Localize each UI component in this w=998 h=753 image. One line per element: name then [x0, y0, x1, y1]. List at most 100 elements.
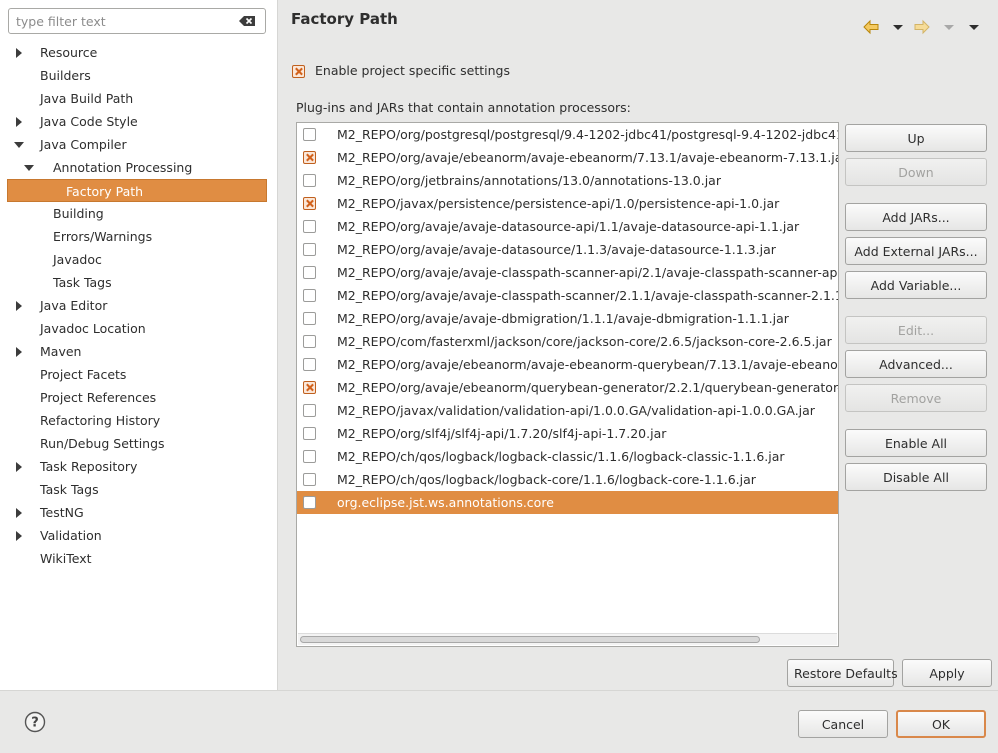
jar-list-row[interactable]: M2_REPO/org/slf4j/slf4j-api/1.7.20/slf4j…: [297, 422, 838, 445]
jar-enabled-checkbox[interactable]: [303, 289, 316, 302]
expand-arrow-icon[interactable]: [13, 41, 25, 64]
tree-item-label: Task Tags: [53, 275, 112, 290]
tree-item[interactable]: Java Editor: [0, 294, 278, 317]
jar-list-row[interactable]: M2_REPO/org/avaje/avaje-classpath-scanne…: [297, 261, 838, 284]
jar-path: M2_REPO/org/avaje/ebeanorm/avaje-ebeanor…: [337, 357, 838, 372]
cancel-button[interactable]: Cancel: [798, 710, 888, 738]
tree-item[interactable]: TestNG: [0, 501, 278, 524]
tree-item[interactable]: Task Repository: [0, 455, 278, 478]
jar-enabled-checkbox[interactable]: [303, 174, 316, 187]
jar-list-row[interactable]: M2_REPO/org/avaje/ebeanorm/avaje-ebeanor…: [297, 353, 838, 376]
tree-item[interactable]: Task Tags: [0, 478, 278, 501]
tree-item[interactable]: Annotation Processing: [0, 156, 278, 179]
tree-item[interactable]: Task Tags: [0, 271, 278, 294]
tree-item[interactable]: Building: [0, 202, 278, 225]
tree-item[interactable]: Java Build Path: [0, 87, 278, 110]
jar-list-row[interactable]: M2_REPO/org/avaje/avaje-datasource/1.1.3…: [297, 238, 838, 261]
horizontal-scroll-thumb[interactable]: [300, 636, 760, 643]
tree-item[interactable]: Factory Path: [7, 179, 267, 202]
disable-all-button[interactable]: Disable All: [845, 463, 987, 491]
add-variable-button[interactable]: Add Variable...: [845, 271, 987, 299]
expand-arrow-icon[interactable]: [13, 501, 25, 524]
jar-list-row[interactable]: M2_REPO/javax/validation/validation-api/…: [297, 399, 838, 422]
view-menu-icon[interactable]: [965, 18, 983, 36]
edit-button[interactable]: Edit...: [845, 316, 987, 344]
jar-enabled-checkbox[interactable]: [303, 496, 316, 509]
tree-item[interactable]: Java Code Style: [0, 110, 278, 133]
jar-enabled-checkbox[interactable]: [303, 197, 316, 210]
tree-item-label: Factory Path: [66, 184, 144, 199]
expand-arrow-icon[interactable]: [13, 524, 25, 547]
tree-item[interactable]: Maven: [0, 340, 278, 363]
jar-list-row[interactable]: org.eclipse.jst.ws.annotations.core: [297, 491, 838, 514]
add-external-jars-button[interactable]: Add External JARs...: [845, 237, 987, 265]
add-jars-button[interactable]: Add JARs...: [845, 203, 987, 231]
tree-item[interactable]: Errors/Warnings: [0, 225, 278, 248]
tree-item[interactable]: Javadoc Location: [0, 317, 278, 340]
down-button[interactable]: Down: [845, 158, 987, 186]
back-arrow-icon[interactable]: [862, 18, 880, 36]
jar-enabled-checkbox[interactable]: [303, 358, 316, 371]
jar-enabled-checkbox[interactable]: [303, 312, 316, 325]
back-history-dropdown-icon[interactable]: [889, 18, 907, 36]
jar-enabled-checkbox[interactable]: [303, 381, 316, 394]
jar-path: M2_REPO/ch/qos/logback/logback-core/1.1.…: [337, 472, 756, 487]
remove-button[interactable]: Remove: [845, 384, 987, 412]
tree-item[interactable]: Project References: [0, 386, 278, 409]
tree-item[interactable]: Java Compiler: [0, 133, 278, 156]
jar-path: M2_REPO/org/postgresql/postgresql/9.4-12…: [337, 127, 839, 142]
collapse-arrow-icon[interactable]: [13, 133, 25, 156]
enable-project-specific-checkbox[interactable]: [292, 65, 305, 78]
clear-filter-icon[interactable]: [239, 16, 255, 26]
jar-list-row[interactable]: M2_REPO/org/avaje/avaje-datasource-api/1…: [297, 215, 838, 238]
jar-list-row[interactable]: M2_REPO/javax/persistence/persistence-ap…: [297, 192, 838, 215]
ok-button[interactable]: OK: [896, 710, 986, 738]
apply-button[interactable]: Apply: [902, 659, 992, 687]
tree-item[interactable]: Javadoc: [0, 248, 278, 271]
jar-enabled-checkbox[interactable]: [303, 450, 316, 463]
jar-enabled-checkbox[interactable]: [303, 151, 316, 164]
help-icon[interactable]: ?: [24, 711, 46, 733]
tree-item[interactable]: Validation: [0, 524, 278, 547]
enable-project-specific-settings[interactable]: Enable project specific settings: [292, 62, 510, 80]
jar-list-row[interactable]: M2_REPO/com/fasterxml/jackson/core/jacks…: [297, 330, 838, 353]
collapse-arrow-icon[interactable]: [23, 156, 35, 179]
jar-list-row[interactable]: M2_REPO/org/avaje/ebeanorm/querybean-gen…: [297, 376, 838, 399]
expand-arrow-icon[interactable]: [13, 110, 25, 133]
horizontal-scrollbar[interactable]: [298, 633, 837, 645]
jar-enabled-checkbox[interactable]: [303, 243, 316, 256]
tree-item[interactable]: Project Facets: [0, 363, 278, 386]
jar-list-row[interactable]: M2_REPO/ch/qos/logback/logback-core/1.1.…: [297, 468, 838, 491]
annotation-processor-jar-list[interactable]: M2_REPO/org/postgresql/postgresql/9.4-12…: [296, 122, 839, 647]
tree-item[interactable]: Builders: [0, 64, 278, 87]
jar-list-row[interactable]: M2_REPO/org/avaje/avaje-dbmigration/1.1.…: [297, 307, 838, 330]
tree-item[interactable]: WikiText: [0, 547, 278, 570]
expand-arrow-icon[interactable]: [13, 294, 25, 317]
jar-list-row[interactable]: M2_REPO/org/jetbrains/annotations/13.0/a…: [297, 169, 838, 192]
advanced-button[interactable]: Advanced...: [845, 350, 987, 378]
tree-item-label: Java Compiler: [40, 137, 127, 152]
restore-defaults-button[interactable]: Restore Defaults: [787, 659, 898, 687]
tree-item[interactable]: Run/Debug Settings: [0, 432, 278, 455]
tree-item[interactable]: Refactoring History: [0, 409, 278, 432]
jar-enabled-checkbox[interactable]: [303, 266, 316, 279]
tree-item[interactable]: Resource: [0, 41, 278, 64]
jar-enabled-checkbox[interactable]: [303, 404, 316, 417]
jar-enabled-checkbox[interactable]: [303, 473, 316, 486]
forward-arrow-icon[interactable]: [913, 18, 931, 36]
jar-list-row[interactable]: M2_REPO/org/postgresql/postgresql/9.4-12…: [297, 123, 838, 146]
tree-item-label: Errors/Warnings: [53, 229, 153, 244]
jar-enabled-checkbox[interactable]: [303, 335, 316, 348]
jar-list-row[interactable]: M2_REPO/org/avaje/avaje-classpath-scanne…: [297, 284, 838, 307]
jar-list-row[interactable]: M2_REPO/org/avaje/ebeanorm/avaje-ebeanor…: [297, 146, 838, 169]
expand-arrow-icon[interactable]: [13, 455, 25, 478]
expand-arrow-icon[interactable]: [13, 340, 25, 363]
jar-enabled-checkbox[interactable]: [303, 128, 316, 141]
filter-input[interactable]: [14, 11, 234, 31]
jar-list-row[interactable]: M2_REPO/ch/qos/logback/logback-classic/1…: [297, 445, 838, 468]
up-button[interactable]: Up: [845, 124, 987, 152]
jar-enabled-checkbox[interactable]: [303, 220, 316, 233]
jar-enabled-checkbox[interactable]: [303, 427, 316, 440]
enable-all-button[interactable]: Enable All: [845, 429, 987, 457]
forward-history-dropdown-icon[interactable]: [940, 18, 958, 36]
